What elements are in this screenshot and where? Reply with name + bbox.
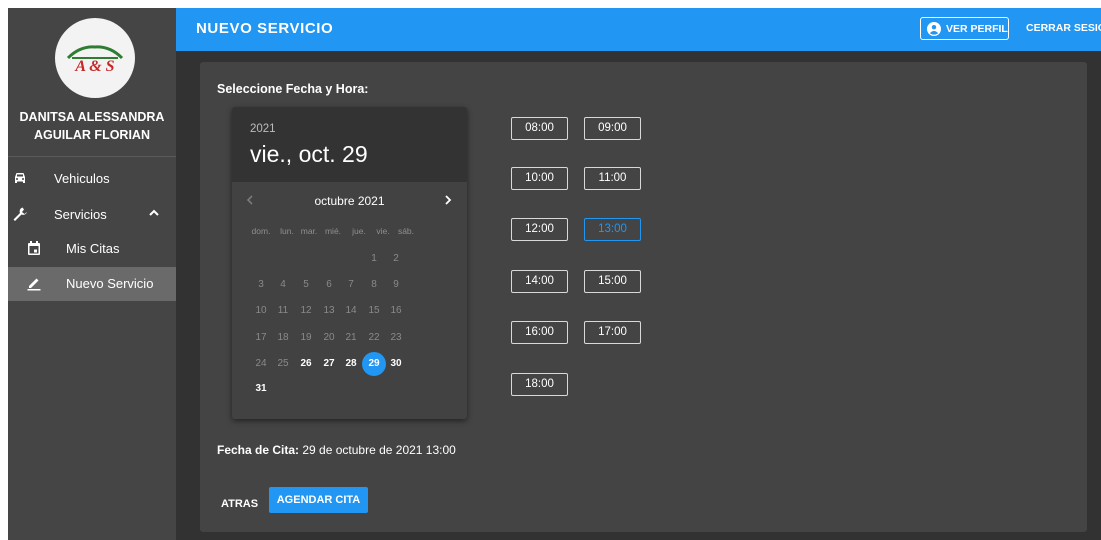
calendar-day[interactable]: 27 [317, 352, 341, 376]
weekday-label: sáb. [397, 226, 415, 236]
sidebar-item-vehiculos[interactable]: Vehiculos [8, 162, 176, 196]
calendar-day: 25 [277, 358, 289, 369]
logout-button[interactable]: CERRAR SESIÓN [1026, 22, 1101, 34]
month-label: octubre 2021 [314, 194, 385, 208]
user-name-line2: AGUILAR FLORIAN [34, 128, 150, 142]
calendar-day: 21 [345, 332, 357, 343]
date-picker: 2021 vie., oct. 29 octubre 2021 dom. lun.… [232, 107, 467, 419]
calendar-day: 6 [326, 279, 332, 290]
calendar-day: 8 [371, 279, 377, 290]
time-slot-button[interactable]: 08:00 [511, 117, 568, 140]
sidebar-item-label: Servicios [54, 207, 107, 222]
svg-text:A & S: A & S [74, 58, 114, 75]
weekday-label: dom. [251, 226, 271, 236]
sidebar-item-mis-citas[interactable]: Mis Citas [8, 232, 176, 266]
main-panel: Seleccione Fecha y Hora: 2021 vie., oct.… [200, 62, 1087, 532]
calendar-day: 12 [300, 305, 312, 316]
company-logo: A & S [55, 18, 135, 98]
time-slot-button[interactable]: 11:00 [584, 167, 641, 190]
sidebar-divider [8, 156, 176, 157]
sidebar-item-servicios[interactable]: Servicios [8, 198, 176, 232]
calendar-day: 16 [390, 305, 402, 316]
account-circle-icon [927, 21, 941, 36]
time-slot-button[interactable]: 10:00 [511, 167, 568, 190]
time-slot-button[interactable]: 18:00 [511, 373, 568, 396]
calendar-day: 1 [371, 253, 377, 264]
weekday-label: mar. [300, 226, 318, 236]
view-profile-label: VER PERFIL [946, 22, 1008, 35]
weekday-label: lun. [280, 226, 294, 236]
calendar-day: 9 [393, 279, 399, 290]
view-profile-button[interactable]: VER PERFIL [920, 17, 1009, 40]
page-title: NUEVO SERVICIO [196, 20, 334, 37]
calendar-day-selected[interactable]: 29 [362, 352, 386, 376]
appointment-date-label: Fecha de Cita: [217, 443, 300, 457]
back-button[interactable]: ATRAS [217, 492, 262, 516]
weekday-label: vie. [376, 226, 390, 236]
wrench-icon [13, 207, 27, 221]
calendar-day: 5 [303, 279, 309, 290]
calendar-day: 2 [393, 253, 399, 264]
weekday-label: jue. [352, 226, 366, 236]
calendar-day: 10 [255, 305, 267, 316]
calendar-day: 17 [255, 332, 267, 343]
calendar-icon [28, 241, 40, 255]
date-picker-header: 2021 vie., oct. 29 [232, 107, 467, 182]
calendar-day: 18 [277, 332, 289, 343]
calendar-day: 14 [345, 305, 357, 316]
calendar-day: 24 [255, 358, 267, 369]
sidebar-item-nuevo-servicio[interactable]: Nuevo Servicio [8, 267, 176, 301]
picker-year[interactable]: 2021 [250, 123, 276, 135]
weekday-label: mié. [324, 226, 342, 236]
appointment-date-value: 29 de octubre de 2021 13:00 [299, 443, 456, 457]
calendar-day: 15 [368, 305, 380, 316]
calendar-day[interactable]: 30 [384, 352, 408, 376]
sidebar-item-label: Nuevo Servicio [66, 276, 154, 291]
calendar-day: 20 [323, 332, 335, 343]
calendar-day: 19 [300, 332, 312, 343]
app-header: NUEVO SERVICIO VER PERFIL CERRAR SESIÓN [176, 8, 1101, 51]
time-slot-button[interactable]: 15:00 [584, 270, 641, 293]
calendar-day: 11 [277, 305, 289, 316]
month-navigation: octubre 2021 [232, 191, 467, 211]
picker-selected-date: vie., oct. 29 [250, 141, 368, 167]
calendar-day: 4 [280, 279, 286, 290]
time-slot-button[interactable]: 17:00 [584, 321, 641, 344]
calendar-day[interactable]: 31 [249, 377, 273, 401]
calendar-day: 13 [323, 305, 335, 316]
calendar-day: 3 [258, 279, 264, 290]
time-slot-button[interactable]: 13:00 [584, 218, 641, 241]
calendar-day: 23 [390, 332, 402, 343]
car-icon [15, 173, 25, 183]
sidebar: A & S DANITSA ALESSANDRA AGUILAR FLORIAN… [8, 8, 176, 540]
calendar-day: 7 [348, 279, 354, 290]
appointment-date-summary: Fecha de Cita: 29 de octubre de 2021 13:… [217, 443, 456, 457]
user-name-line1: DANITSA ALESSANDRA [19, 110, 165, 124]
chevron-up-icon[interactable] [147, 206, 161, 220]
schedule-appointment-button[interactable]: AGENDAR CITA [269, 487, 368, 513]
pencil-icon [27, 278, 41, 291]
section-title: Seleccione Fecha y Hora: [217, 82, 369, 96]
time-slot-button[interactable]: 09:00 [584, 117, 641, 140]
chevron-right-icon[interactable] [442, 194, 454, 206]
calendar-day[interactable]: 26 [294, 352, 318, 376]
time-slot-button[interactable]: 12:00 [511, 218, 568, 241]
calendar-day: 22 [368, 332, 380, 343]
sidebar-item-label: Mis Citas [66, 241, 120, 256]
time-slot-button[interactable]: 16:00 [511, 321, 568, 344]
sidebar-item-label: Vehiculos [54, 171, 110, 186]
calendar-day[interactable]: 28 [339, 352, 363, 376]
user-name: DANITSA ALESSANDRA AGUILAR FLORIAN [8, 108, 176, 144]
time-slot-button[interactable]: 14:00 [511, 270, 568, 293]
